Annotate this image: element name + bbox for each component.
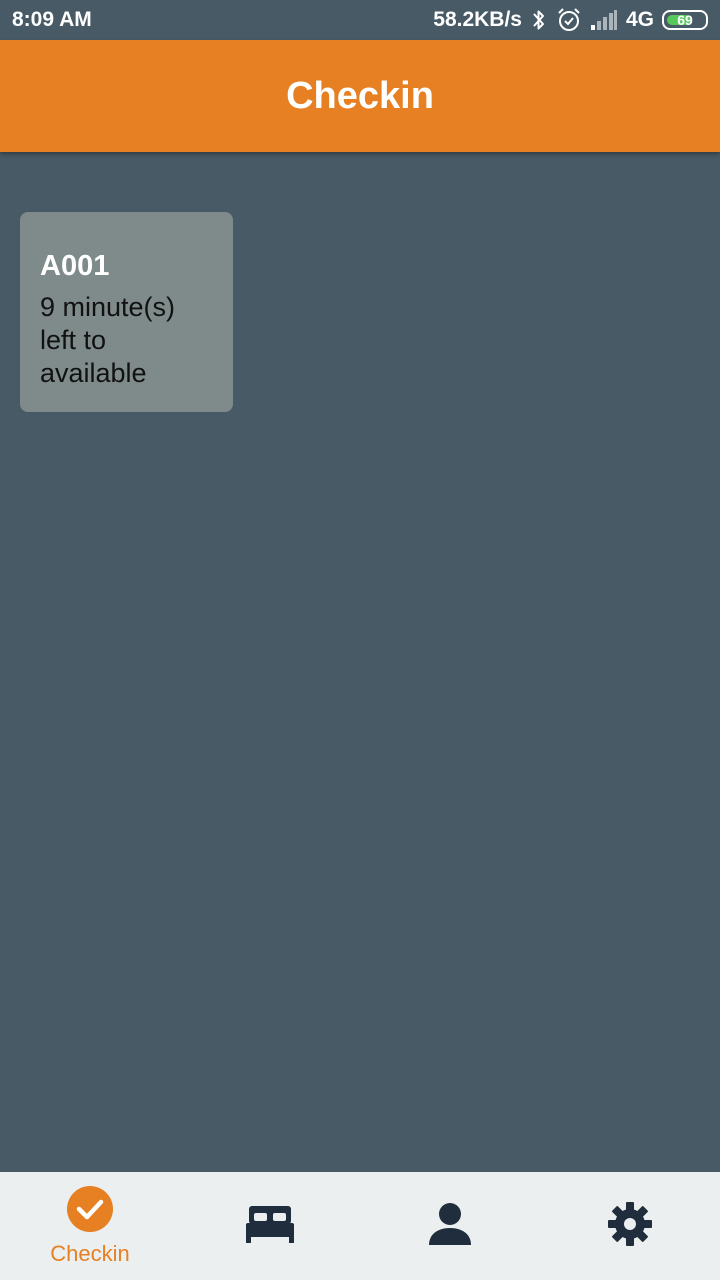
check-circle-icon	[67, 1185, 113, 1237]
room-list: A001 9 minute(s) left to available	[0, 152, 720, 1172]
room-card[interactable]: A001 9 minute(s) left to available	[20, 212, 233, 412]
room-name: A001	[40, 250, 110, 282]
nav-item-rooms[interactable]	[180, 1172, 360, 1280]
status-right: 58.2KB/s 4G 69	[433, 7, 708, 33]
battery-icon: 69	[662, 10, 708, 30]
app-bar: Checkin	[0, 40, 720, 152]
alarm-icon	[556, 7, 582, 33]
bottom-nav: Checkin	[0, 1172, 720, 1280]
gear-icon	[607, 1201, 653, 1252]
room-status: 9 minute(s) left to available	[40, 292, 176, 388]
network-speed: 58.2KB/s	[433, 8, 522, 31]
status-time: 8:09 AM	[12, 8, 92, 31]
nav-label-checkin: Checkin	[50, 1240, 130, 1266]
nav-item-profile[interactable]	[360, 1172, 540, 1280]
bed-icon	[245, 1204, 295, 1249]
battery-level: 69	[677, 12, 693, 28]
nav-item-checkin[interactable]: Checkin	[0, 1172, 180, 1280]
screen: 8:09 AM 58.2KB/s 4G 69 Checkin A001 9 mi…	[0, 0, 720, 1280]
signal-icon	[590, 9, 618, 31]
page-title: Checkin	[286, 74, 434, 117]
status-bar: 8:09 AM 58.2KB/s 4G 69	[0, 0, 720, 40]
network-type: 4G	[625, 8, 654, 31]
person-icon	[427, 1201, 473, 1252]
nav-item-settings[interactable]	[540, 1172, 720, 1280]
bluetooth-icon	[530, 8, 548, 32]
